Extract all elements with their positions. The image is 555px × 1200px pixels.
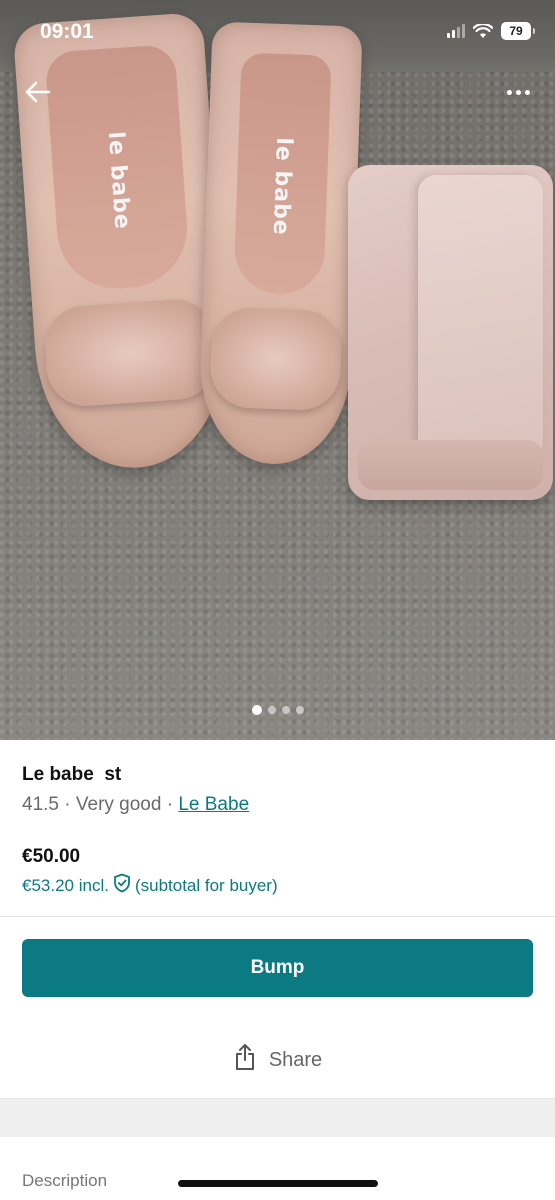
pager-dot[interactable] [267, 706, 276, 714]
description-heading: Description [22, 1171, 108, 1190]
pager-dot[interactable] [281, 706, 290, 714]
share-label: Share [268, 1048, 323, 1071]
shoe-lining: le babe [233, 52, 332, 296]
pager-dot[interactable] [251, 705, 262, 715]
shoe-bow [209, 306, 343, 412]
shoe-bow [42, 296, 219, 409]
share-icon [233, 1043, 257, 1077]
clutch-flap [418, 175, 543, 460]
section-separator [0, 1098, 555, 1137]
share-button[interactable]: Share [0, 1038, 555, 1082]
divider [0, 916, 555, 917]
cellular-signal-icon [447, 24, 465, 38]
right-shoe-image: le babe [197, 21, 363, 467]
wifi-icon [473, 23, 493, 39]
brand-link[interactable]: Le Babe [178, 794, 249, 815]
item-title: Le babe st [22, 764, 122, 785]
price-incl-note: (subtotal for buyer) [134, 875, 278, 895]
clutch-fold [358, 440, 543, 490]
more-options-icon[interactable] [501, 80, 535, 104]
battery-icon: 79 [501, 22, 535, 40]
price-incl: €53.20 incl. [22, 875, 109, 895]
item-detail-screen: le babe le babe 09:01 79 Le babe st 41.5… [0, 0, 555, 1200]
shield-check-icon [113, 873, 131, 898]
item-size: 41.5 [22, 794, 59, 815]
status-time: 09:01 [40, 20, 94, 43]
status-bar: 09:01 79 [0, 0, 555, 64]
item-meta: 41.5 · Very good · Le Babe [22, 794, 249, 816]
meta-separator: · [166, 794, 174, 815]
battery-level: 79 [509, 24, 523, 38]
shoe-brand-imprint: le babe [102, 130, 135, 231]
pager-dot[interactable] [295, 706, 304, 714]
photo-pager[interactable] [0, 705, 555, 715]
home-indicator[interactable] [178, 1180, 378, 1187]
shoe-brand-imprint: le babe [267, 136, 297, 237]
meta-separator: · [64, 794, 71, 815]
status-icons: 79 [447, 22, 535, 40]
item-condition: Very good [75, 794, 162, 815]
bump-button[interactable]: Bump [22, 939, 533, 997]
shoe-lining: le babe [44, 43, 191, 293]
product-photo[interactable]: le babe le babe 09:01 79 [0, 0, 555, 740]
buyer-price-info[interactable]: €53.20 incl. (subtotal for buyer) [22, 873, 278, 898]
clutch-bag-image [348, 165, 553, 500]
item-price: €50.00 [22, 846, 81, 867]
back-arrow-icon[interactable] [22, 76, 54, 108]
